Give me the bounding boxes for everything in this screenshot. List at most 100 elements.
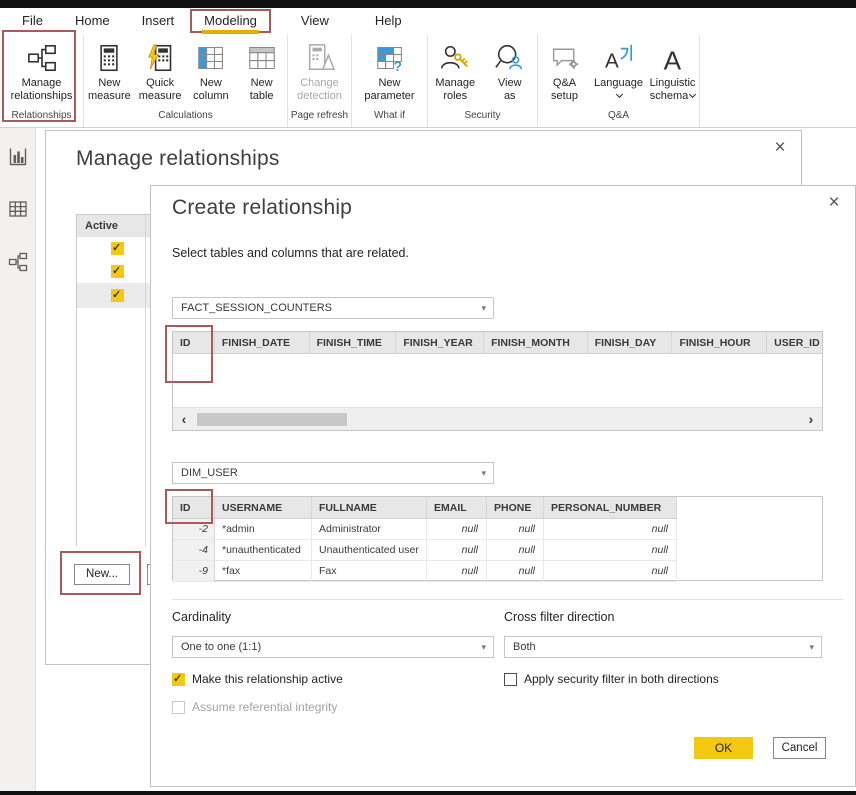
fact-table-body (173, 354, 822, 407)
column-header[interactable]: FINISH_TIME (310, 332, 397, 354)
active-checkbox[interactable] (111, 265, 124, 278)
group-label-what-if: What if (352, 110, 427, 127)
column-header[interactable]: EMAIL (427, 497, 487, 519)
fact-table-selector[interactable]: FACT_SESSION_COUNTERS (172, 297, 494, 319)
data-view-icon[interactable] (7, 198, 29, 220)
fact-table-preview: ID FINISH_DATE FINISH_TIME FINISH_YEAR F… (172, 331, 823, 431)
cancel-button[interactable]: Cancel (773, 737, 826, 759)
column-header[interactable]: FINISH_HOUR (672, 332, 767, 354)
column-header[interactable]: USER_ID (767, 332, 822, 354)
cardinality-label: Cardinality (172, 610, 231, 624)
relationships-list: Active (76, 214, 152, 546)
column-divider (145, 215, 146, 546)
report-view-icon[interactable] (7, 146, 29, 168)
svg-text:A: A (604, 49, 618, 72)
close-icon[interactable] (769, 137, 791, 159)
language-button[interactable]: A Language (591, 42, 646, 103)
new-column-button[interactable]: New column (186, 42, 237, 103)
table-row[interactable]: -4 *unauthenticated Unauthenticated user… (173, 540, 822, 561)
person-key-icon (439, 42, 471, 74)
window-titlebar (0, 0, 856, 8)
dim-table-selector[interactable]: DIM_USER (172, 462, 494, 484)
new-relationship-button[interactable]: New... (74, 564, 130, 585)
table-row[interactable]: -9 *fax Fax null null null (173, 561, 822, 582)
cardinality-selector[interactable]: One to one (1:1) (172, 636, 494, 658)
checked-checkbox-icon[interactable] (172, 673, 185, 686)
window-bottombar (0, 791, 856, 795)
active-column-header: Active (77, 215, 152, 237)
chevron-down-icon (615, 90, 622, 103)
manage-dialog-title: Manage relationships (76, 147, 280, 171)
active-checkbox[interactable] (111, 242, 124, 255)
svg-text:?: ? (393, 58, 402, 72)
security-filter-checkbox-row[interactable]: Apply security filter in both directions (504, 672, 719, 686)
cross-filter-selector[interactable]: Both (504, 636, 822, 658)
menu-help[interactable]: Help (359, 9, 418, 33)
column-header[interactable]: FINISH_YEAR (396, 332, 484, 354)
manage-roles-button[interactable]: Manage roles (428, 42, 483, 103)
view-as-button[interactable]: View as (483, 42, 538, 103)
column-header[interactable]: FULLNAME (312, 497, 427, 519)
new-measure-button[interactable]: New measure (84, 42, 135, 103)
menu-insert[interactable]: Insert (126, 9, 191, 33)
column-header[interactable]: PHONE (487, 497, 544, 519)
active-checkbox[interactable] (111, 289, 124, 302)
ok-button[interactable]: OK (694, 737, 753, 759)
menubar: File Home Insert Modeling View Help (0, 8, 856, 34)
column-header[interactable]: PERSONAL_NUMBER (544, 497, 677, 519)
model-view-icon[interactable] (7, 251, 29, 273)
ribbon-group-relationships: Manage relationships Relationships (0, 34, 84, 127)
column-header[interactable]: USERNAME (215, 497, 312, 519)
unchecked-checkbox-icon[interactable] (504, 673, 517, 686)
menu-file[interactable]: File (6, 9, 59, 33)
relationship-row[interactable] (77, 237, 152, 260)
group-label-page-refresh: Page refresh (288, 110, 351, 127)
chevron-right-icon[interactable] (802, 408, 820, 431)
group-label-calculations: Calculations (84, 110, 287, 127)
new-table-button[interactable]: New table (236, 42, 287, 103)
make-active-checkbox-row[interactable]: Make this relationship active (172, 672, 343, 686)
table-icon (246, 42, 278, 74)
menu-modeling-label: Modeling (204, 13, 257, 28)
new-parameter-button[interactable]: ? New parameter (352, 42, 427, 103)
scrollbar-thumb[interactable] (197, 413, 347, 426)
group-label-security: Security (428, 110, 537, 127)
quick-measure-button[interactable]: Quick measure (135, 42, 186, 103)
chevron-down-icon (689, 91, 696, 98)
column-header[interactable]: FINISH_DATE (215, 332, 310, 354)
qa-setup-button[interactable]: Q&A setup (538, 42, 591, 103)
column-header[interactable]: FINISH_DAY (588, 332, 673, 354)
relationship-row-selected[interactable] (77, 283, 152, 308)
speech-bubble-gear-icon (549, 42, 581, 74)
manage-relationships-icon (26, 42, 58, 74)
ribbon-group-security: Manage roles View as Security (428, 34, 538, 127)
manage-relationships-button[interactable]: Manage relationships (0, 42, 83, 103)
cross-filter-label: Cross filter direction (504, 610, 614, 624)
language-icon: A (603, 42, 635, 74)
lightning-calculator-icon (144, 42, 176, 74)
create-dialog-title: Create relationship (172, 196, 352, 220)
relationship-row[interactable] (77, 260, 152, 283)
dim-table-preview: ID USERNAME FULLNAME EMAIL PHONE PERSONA… (172, 496, 823, 581)
close-icon[interactable] (823, 192, 845, 214)
linguistic-schema-icon: A (657, 42, 689, 74)
calculator-icon (93, 42, 125, 74)
menu-home[interactable]: Home (59, 9, 126, 33)
header-filler (677, 497, 822, 519)
horizontal-scrollbar[interactable] (173, 407, 822, 430)
menu-view[interactable]: View (285, 9, 345, 33)
ribbon: Manage relationships Relationships New m… (0, 34, 856, 128)
column-header[interactable]: FINISH_MONTH (484, 332, 588, 354)
column-header[interactable]: ID (173, 332, 215, 354)
linguistic-schema-button[interactable]: A Linguistic schema (646, 42, 699, 103)
magnifier-person-icon (494, 42, 526, 74)
change-detection-icon (304, 42, 336, 74)
svg-text:A: A (663, 45, 681, 73)
group-label-qa: Q&A (538, 110, 699, 127)
table-row[interactable]: -2 *admin Administrator null null null (173, 519, 822, 540)
create-dialog-subtitle: Select tables and columns that are relat… (172, 246, 409, 260)
menu-modeling[interactable]: Modeling (190, 9, 271, 33)
column-header[interactable]: ID (173, 497, 215, 519)
chevron-left-icon[interactable] (175, 408, 193, 431)
group-label-relationships: Relationships (0, 110, 83, 127)
